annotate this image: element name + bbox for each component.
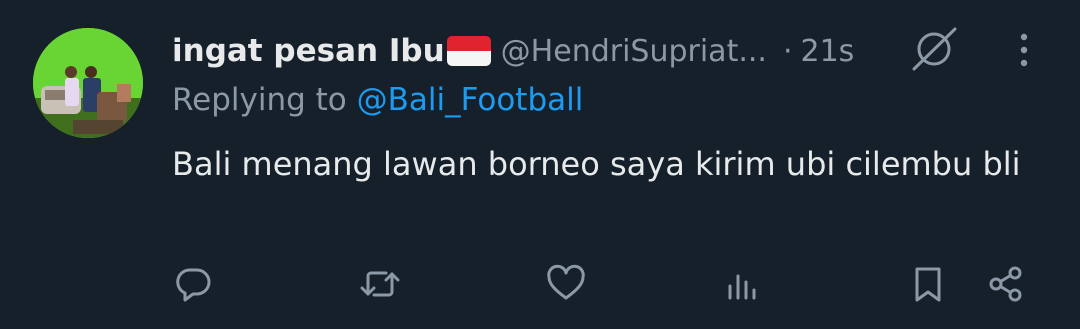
bookmark-button[interactable] [906,262,950,306]
views-button[interactable] [720,262,764,306]
user-handle[interactable]: @HendriSupriat... [501,34,767,69]
share-button[interactable] [984,262,1028,306]
heart-icon [547,264,585,300]
indonesia-flag-icon [446,36,491,66]
reply-button[interactable] [171,262,215,306]
reply-icon [176,268,211,302]
replying-to-label: Replying to [172,82,347,118]
replying-to-mention[interactable]: @Bali_Football [357,82,584,118]
retweet-icon [360,271,400,297]
share-icon [989,266,1022,302]
retweet-button[interactable] [358,262,402,306]
display-name[interactable]: ingat pesan Ibu [172,33,445,69]
like-button[interactable] [544,262,588,306]
avatar[interactable] [33,28,143,138]
analytics-icon [728,274,756,300]
tweet-header: ingat pesan Ibu @HendriSupriat... · 21s [172,26,854,76]
tweet-card[interactable]: ingat pesan Ibu @HendriSupriat... · 21s … [0,0,1080,329]
replying-to: Replying to @Bali_Football [172,82,583,118]
grok-icon[interactable] [906,24,962,74]
tweet-text: Bali menang lawan borneo saya kirim ubi … [172,145,1021,183]
more-options-icon[interactable] [1010,30,1038,70]
timestamp[interactable]: 21s [800,34,854,69]
separator-dot: · [782,33,793,69]
bookmark-icon [915,267,941,302]
